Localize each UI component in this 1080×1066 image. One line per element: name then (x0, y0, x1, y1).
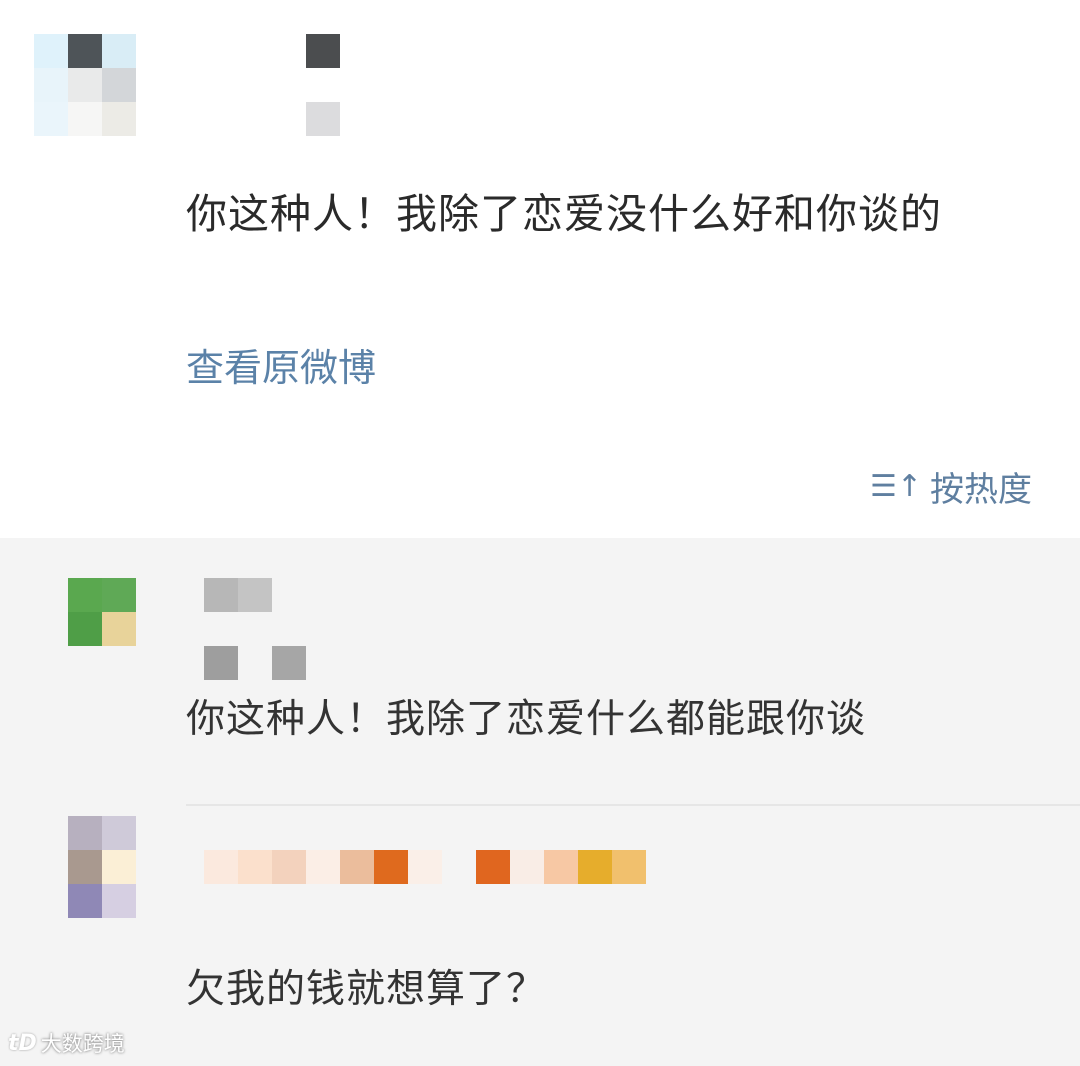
watermark: tD 大数跨境 (8, 1028, 125, 1058)
sort-by-hot-button[interactable]: ☰↑ 按热度 (870, 462, 1032, 511)
poster-avatar[interactable] (34, 34, 136, 136)
sort-label: 按热度 (930, 470, 1033, 510)
comment-text: 欠我的钱就想算了？ (186, 967, 547, 1012)
watermark-text: 大数跨境 (40, 1032, 125, 1056)
comment-divider (186, 804, 1080, 806)
comment-text: 你这种人！我除了恋爱什么都能跟你谈 (186, 697, 867, 742)
post-card: 你这种人！我除了恋爱没什么好和你谈的 查看原微博 ☰↑ 按热度 (0, 0, 1080, 538)
bigdata-logo: tD (8, 1030, 37, 1056)
commenter-name-censored (204, 578, 306, 680)
commenter-avatar[interactable] (68, 578, 136, 646)
sort-hot-icon: ☰↑ (870, 468, 923, 504)
poster-name-censored (306, 34, 340, 136)
post-text: 你这种人！我除了恋爱没什么好和你谈的 (186, 190, 942, 238)
view-original-link[interactable]: 查看原微博 (186, 340, 376, 396)
commenter-avatar[interactable] (68, 816, 136, 918)
commenter-name-censored (204, 850, 646, 884)
